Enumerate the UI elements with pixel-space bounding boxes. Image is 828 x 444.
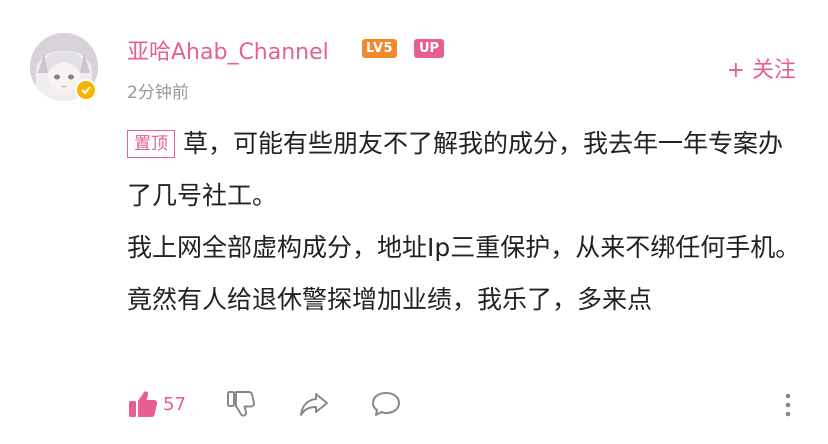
username[interactable]: 亚哈Ahab_Channel xyxy=(127,34,329,66)
likes-count: 57 xyxy=(163,393,186,415)
thumbs-down-icon xyxy=(226,391,255,417)
timestamp: 2分钟前 xyxy=(127,83,189,103)
follow-button[interactable]: + 关注 xyxy=(727,52,796,84)
comment-paragraph: 置顶 草，可能有些朋友不了解我的成分，我去年一年专案办了几号社工。 xyxy=(127,118,807,222)
comment-paragraph: 竟然有人给退休警探增加业绩，我乐了，多来点 xyxy=(127,274,807,326)
comment-paragraph: 我上网全部虚构成分，地址Ip三重保护，从来不绑任何手机。 xyxy=(127,222,807,274)
thumbs-up-icon xyxy=(129,391,158,417)
verified-badge-icon xyxy=(75,79,97,101)
more-options-button[interactable] xyxy=(784,392,792,422)
comment-text: 我上网全部虚构成分，地址Ip三重保护，从来不绑任何手机。 xyxy=(127,233,801,262)
dislike-button[interactable] xyxy=(226,389,256,419)
share-icon xyxy=(299,393,328,416)
like-button[interactable]: 57 xyxy=(127,389,186,419)
reply-button[interactable] xyxy=(370,389,402,419)
comment-body: 置顶 草，可能有些朋友不了解我的成分，我去年一年专案办了几号社工。 我上网全部虚构… xyxy=(127,118,807,326)
comment-text: 草，可能有些朋友不了解我的成分，我去年一年专案办了几号社工。 xyxy=(127,129,784,210)
comment-icon xyxy=(371,392,400,416)
share-button[interactable] xyxy=(298,389,330,419)
level-badge: LV5 xyxy=(362,39,398,58)
up-badge: UP xyxy=(414,39,445,58)
comment-actions: 57 xyxy=(127,389,402,419)
pinned-tag: 置顶 xyxy=(127,130,175,158)
comment-text: 竟然有人给退休警探增加业绩，我乐了，多来点 xyxy=(127,285,653,314)
more-vertical-icon xyxy=(785,393,791,417)
